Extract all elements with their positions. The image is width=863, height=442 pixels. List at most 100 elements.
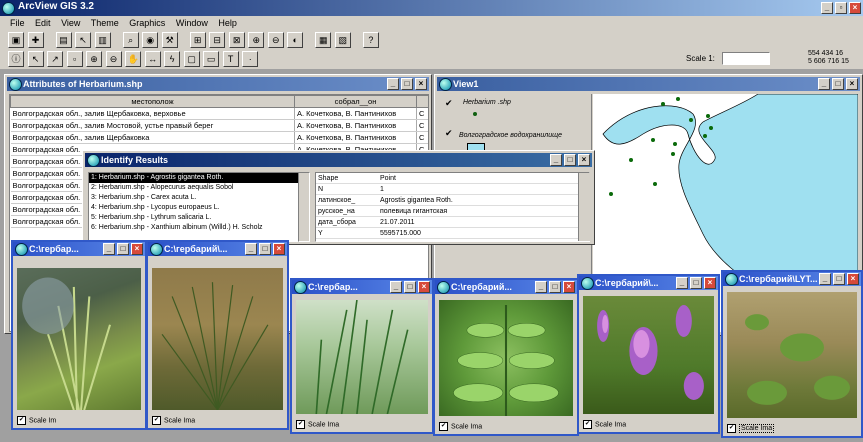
hotlink-tool-icon[interactable]: ϟ	[164, 51, 181, 67]
minimize-button[interactable]: _	[535, 281, 547, 293]
select-feature-tool-icon[interactable]: ▫	[66, 51, 83, 67]
menu-file[interactable]: File	[10, 18, 25, 28]
maximize-button[interactable]: □	[549, 281, 561, 293]
attributes-minimize-button[interactable]: _	[387, 78, 399, 90]
print-icon[interactable]: ▥	[94, 32, 111, 48]
identify-table-scrollbar[interactable]	[578, 173, 590, 241]
draw-tool-icon[interactable]: ·	[242, 51, 259, 67]
maximize-button[interactable]: □	[117, 243, 129, 255]
menu-window[interactable]: Window	[176, 18, 208, 28]
zoom-in-tool-icon[interactable]: ⊕	[86, 51, 103, 67]
image-window-2-titlebar[interactable]: C:\гербарий\... _ □ ×	[148, 242, 287, 256]
table-row[interactable]: Волгоградская обл., залив Щербаковка А. К…	[10, 131, 428, 144]
image-window-3-titlebar[interactable]: C:\гербар... _ □ ×	[292, 280, 432, 294]
label-tool-icon[interactable]: ▭	[203, 51, 220, 67]
maximize-button[interactable]: □	[404, 281, 416, 293]
attr-header-location[interactable]: местополож	[10, 95, 295, 108]
app-minimize-button[interactable]: _	[821, 2, 833, 14]
identify-list-item[interactable]: 2: Herbarium.shp - Alopecurus aequalis S…	[89, 183, 309, 193]
attributes-close-button[interactable]: ×	[415, 78, 427, 90]
identify-list-item[interactable]: 4: Herbarium.shp - Lycopus europaeus L.	[89, 203, 309, 213]
find-icon[interactable]: ⌕	[122, 32, 139, 48]
app-restore-button[interactable]: ▫	[835, 2, 847, 14]
close-button[interactable]: ×	[418, 281, 430, 293]
identify-list-item[interactable]: 1: Herbarium.shp - Agrostis gigantea Rot…	[89, 173, 309, 183]
view-titlebar[interactable]: View1 _ □ ×	[437, 77, 860, 91]
close-button[interactable]: ×	[847, 273, 859, 285]
zoom-in-fixed-icon[interactable]: ⊕	[248, 32, 265, 48]
identify-list-item[interactable]: 6: Herbarium.shp - Xanthium albinum (Wil…	[89, 223, 309, 233]
help-icon[interactable]: ?	[362, 32, 379, 48]
table-row[interactable]: Волгоградская обл., залив Мостовой, усть…	[10, 119, 428, 132]
select-features-icon[interactable]: ▦	[315, 32, 332, 48]
zoom-out-fixed-icon[interactable]: ⊖	[267, 32, 284, 48]
menu-graphics[interactable]: Graphics	[129, 18, 165, 28]
scale-image-checkbox[interactable]: ✔ Scale Ima	[152, 416, 195, 425]
minimize-button[interactable]: _	[676, 277, 688, 289]
identify-titlebar[interactable]: Identify Results _ □ ×	[85, 153, 592, 167]
query-icon[interactable]: ⚒	[161, 32, 178, 48]
previous-extent-icon[interactable]: ◐	[287, 32, 304, 48]
save-project-icon[interactable]: ▣	[8, 32, 24, 48]
locate-icon[interactable]: ◉	[142, 32, 159, 48]
identify-close-button[interactable]: ×	[578, 154, 590, 166]
table-row[interactable]: Волгоградская обл., залив Щербаковка, ве…	[10, 107, 428, 120]
scale-image-checkbox[interactable]: ✔ Scale Ima	[439, 422, 482, 431]
identify-list-scrollbar[interactable]	[298, 172, 310, 242]
menu-theme[interactable]: Theme	[91, 18, 119, 28]
theme-properties-icon[interactable]: ▤	[55, 32, 72, 48]
minimize-button[interactable]: _	[245, 243, 257, 255]
image-window-5-titlebar[interactable]: C:\гербарий\... _ □ ×	[579, 276, 718, 290]
attributes-maximize-button[interactable]: □	[401, 78, 413, 90]
zoom-full-icon[interactable]: ⊞	[189, 32, 206, 48]
zoom-active-icon[interactable]: ⊟	[209, 32, 226, 48]
app-close-button[interactable]: ×	[849, 2, 861, 14]
edit-legend-icon[interactable]: ↖	[75, 32, 92, 48]
pan-tool-icon[interactable]: ✋	[125, 51, 142, 67]
scale-image-checkbox[interactable]: ✔ Scale Ima	[727, 424, 775, 434]
minimize-button[interactable]: _	[103, 243, 115, 255]
add-theme-icon[interactable]: ✚	[27, 32, 44, 48]
theme-visibility-check[interactable]: ✔	[445, 98, 453, 109]
theme-visibility-check[interactable]: ✔	[445, 128, 453, 139]
identify-tool-icon[interactable]: ⓘ	[8, 51, 24, 67]
identify-list-item[interactable]: 3: Herbarium.shp - Carex acuta L.	[89, 193, 309, 203]
maximize-button[interactable]: □	[690, 277, 702, 289]
identify-list-item[interactable]: 5: Herbarium.shp - Lythrum salicaria L.	[89, 213, 309, 223]
close-button[interactable]: ×	[563, 281, 575, 293]
menu-help[interactable]: Help	[218, 18, 237, 28]
menu-edit[interactable]: Edit	[35, 18, 51, 28]
view-close-button[interactable]: ×	[846, 78, 858, 90]
minimize-button[interactable]: _	[819, 273, 831, 285]
attributes-titlebar[interactable]: Attributes of Herbarium.shp _ □ ×	[7, 77, 429, 91]
text-tool-icon[interactable]: T	[222, 51, 239, 67]
maximize-button[interactable]: □	[259, 243, 271, 255]
view-minimize-button[interactable]: _	[818, 78, 830, 90]
close-button[interactable]: ×	[131, 243, 143, 255]
close-button[interactable]: ×	[273, 243, 285, 255]
measure-tool-icon[interactable]: ↔	[144, 51, 161, 67]
scale-input[interactable]	[722, 52, 770, 65]
scale-image-checkbox[interactable]: ✔ Scale Im	[17, 416, 56, 425]
scale-image-checkbox[interactable]: ✔ Scale Ima	[583, 420, 626, 429]
attr-header-extra[interactable]	[416, 95, 428, 108]
menu-view[interactable]: View	[61, 18, 80, 28]
vertex-edit-icon[interactable]: ↗	[47, 51, 64, 67]
close-button[interactable]: ×	[704, 277, 716, 289]
image-window-4-titlebar[interactable]: C:\гербарий... _ □ ×	[435, 280, 577, 294]
pointer-tool-icon[interactable]: ↖	[27, 51, 44, 67]
identify-maximize-button[interactable]: □	[564, 154, 576, 166]
scale-image-checkbox[interactable]: ✔ Scale Ima	[296, 420, 339, 429]
identify-minimize-button[interactable]: _	[550, 154, 562, 166]
area-of-interest-icon[interactable]: ▢	[183, 51, 200, 67]
zoom-selected-icon[interactable]: ⊠	[228, 32, 245, 48]
attr-header-collector[interactable]: собрал__он	[294, 95, 417, 108]
maximize-button[interactable]: □	[833, 273, 845, 285]
clear-selection-icon[interactable]: ▧	[334, 32, 351, 48]
image-window-6-titlebar[interactable]: C:\гербарий\LYT... _ □ ×	[723, 272, 861, 286]
minimize-button[interactable]: _	[390, 281, 402, 293]
toc-theme-herbarium[interactable]: ✔ Herbarium .shp	[443, 98, 583, 122]
image-window-1-titlebar[interactable]: C:\гербар... _ □ ×	[13, 242, 145, 256]
view-maximize-button[interactable]: □	[832, 78, 844, 90]
zoom-out-tool-icon[interactable]: ⊖	[105, 51, 122, 67]
